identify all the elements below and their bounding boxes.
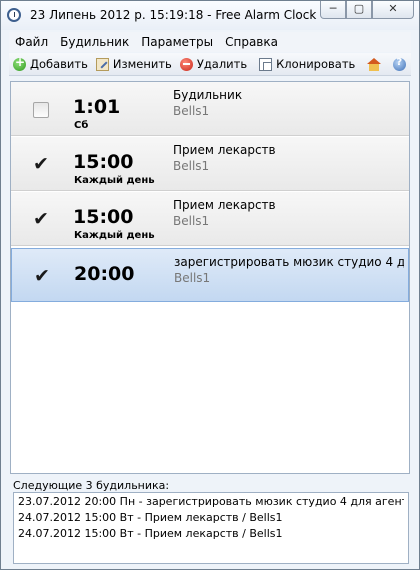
- maximize-button[interactable]: ▢: [346, 1, 372, 19]
- add-button[interactable]: Добавить: [9, 55, 92, 71]
- clone-icon: [259, 57, 273, 71]
- alarm-enabled-checkbox[interactable]: [33, 208, 49, 230]
- next-alarms-list[interactable]: 23.07.2012 20:00 Пн - зарегистрировать м…: [13, 492, 409, 564]
- alarm-row-selected[interactable]: 20:00 зарегистрировать мюзик студио 4 д.…: [11, 248, 409, 302]
- next-alarms-header: Следующие 3 будильника:: [13, 479, 170, 492]
- close-button[interactable]: ✕: [372, 1, 414, 19]
- menu-file[interactable]: Файл: [9, 35, 54, 49]
- alarm-row[interactable]: 1:01 Сб Будильник Bells1: [11, 82, 409, 136]
- alarm-enabled-checkbox[interactable]: [33, 153, 49, 175]
- alarm-sound: Bells1: [173, 214, 210, 228]
- alarm-time: 20:00: [74, 263, 135, 285]
- alarm-row[interactable]: 15:00 Каждый день Прием лекарств Bells1: [11, 137, 409, 191]
- alarm-time: 1:01: [73, 96, 121, 118]
- edit-button[interactable]: Изменить: [92, 57, 176, 71]
- delete-button-label: Удалить: [196, 57, 248, 71]
- alarm-enabled-checkbox[interactable]: [34, 265, 50, 287]
- help-button[interactable]: [389, 57, 414, 71]
- next-alarm-line: 24.07.2012 15:00 Вт - Прием лекарств / B…: [18, 511, 283, 524]
- alarm-label: Прием лекарств: [173, 143, 276, 157]
- alarm-days: Каждый день: [74, 230, 155, 241]
- clone-button[interactable]: Клонировать: [255, 57, 359, 71]
- help-icon: [393, 57, 407, 71]
- home-button[interactable]: [363, 57, 389, 71]
- alarm-sound: Bells1: [173, 159, 210, 173]
- menu-alarm[interactable]: Будильник: [54, 35, 135, 49]
- alarm-time: 15:00: [73, 206, 134, 228]
- alarm-row[interactable]: 15:00 Каждый день Прием лекарств Bells1: [11, 192, 409, 246]
- add-icon: [13, 55, 26, 71]
- alarm-list[interactable]: 1:01 Сб Будильник Bells1 15:00 Каждый де…: [10, 81, 410, 474]
- delete-button[interactable]: Удалить: [176, 57, 251, 71]
- alarm-sound: Bells1: [174, 271, 211, 285]
- alarm-label: зарегистрировать мюзик студио 4 д...: [174, 255, 404, 269]
- alarm-days: Сб: [74, 120, 89, 131]
- alarm-label: Будильник: [173, 88, 243, 102]
- alarm-time: 15:00: [73, 151, 134, 173]
- next-alarm-line: 23.07.2012 20:00 Пн - зарегистрировать м…: [18, 495, 404, 508]
- window-controls: ─ ▢ ✕: [320, 1, 414, 19]
- toolbar: Добавить Изменить Удалить Клонировать: [9, 53, 411, 76]
- clone-button-label: Клонировать: [276, 57, 356, 71]
- window-title: 23 Липень 2012 р. 15:19:18 - Free Alarm …: [30, 8, 317, 22]
- edit-button-label: Изменить: [112, 57, 172, 71]
- home-icon: [367, 57, 382, 71]
- menu-help[interactable]: Справка: [219, 35, 284, 49]
- menu-bar: Файл Будильник Параметры Справка: [9, 32, 411, 52]
- menu-options[interactable]: Параметры: [135, 35, 219, 49]
- app-window: 23 Липень 2012 р. 15:19:18 - Free Alarm …: [0, 0, 420, 570]
- delete-icon: [179, 57, 193, 71]
- alarm-sound: Bells1: [173, 104, 210, 118]
- alarm-enabled-checkbox[interactable]: [33, 102, 49, 118]
- alarm-clock-icon[interactable]: [7, 8, 21, 22]
- add-button-label: Добавить: [30, 57, 88, 71]
- alarm-days: Каждый день: [74, 175, 155, 186]
- alarm-label: Прием лекарств: [173, 198, 276, 212]
- next-alarm-line: 24.07.2012 15:00 Вт - Прием лекарств / B…: [18, 527, 283, 540]
- edit-icon: [95, 57, 109, 71]
- minimize-button[interactable]: ─: [320, 1, 346, 19]
- title-bar[interactable]: 23 Липень 2012 р. 15:19:18 - Free Alarm …: [1, 1, 419, 30]
